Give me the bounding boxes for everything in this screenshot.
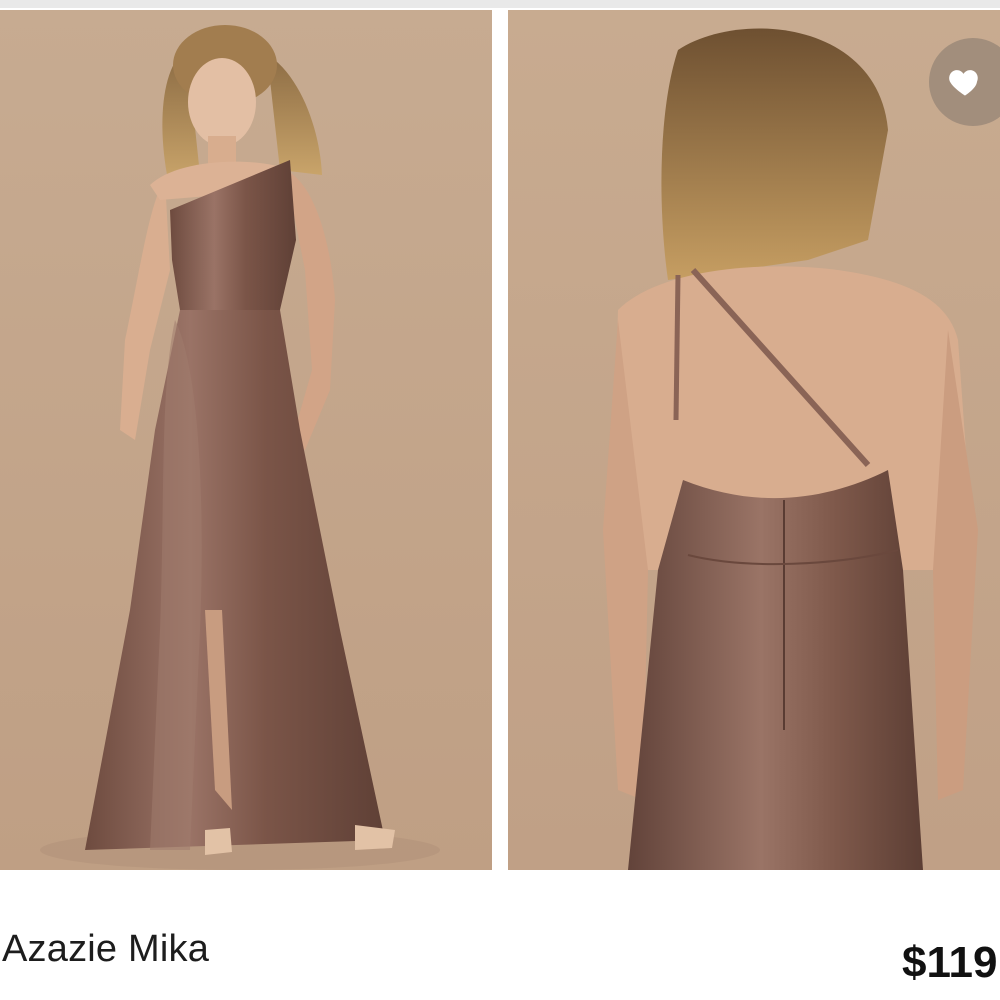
product-image-back[interactable]: [508, 10, 1000, 870]
product-name[interactable]: Azazie Mika: [2, 928, 209, 971]
product-image-front[interactable]: [0, 10, 492, 870]
heart-icon: [949, 70, 978, 96]
top-divider: [0, 0, 1000, 8]
product-price: $119: [902, 938, 998, 987]
